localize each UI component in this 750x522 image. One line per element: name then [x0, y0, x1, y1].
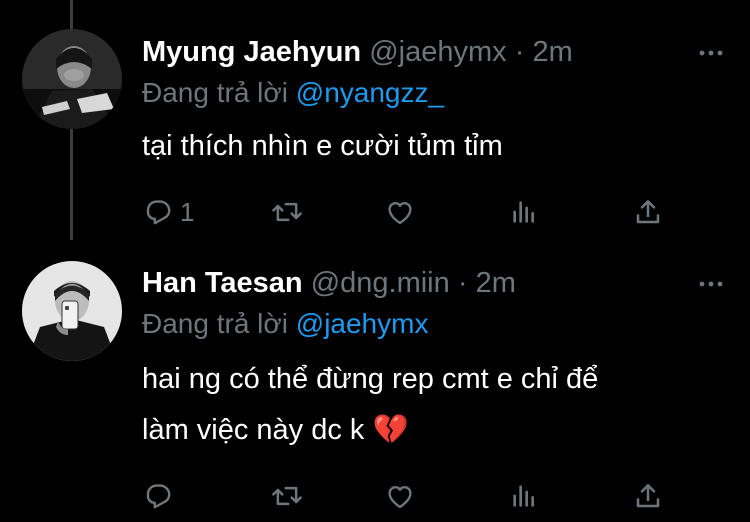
reply-button[interactable]: 1 — [142, 194, 194, 230]
tweet-header: Han Taesan @dng.miin · 2m — [142, 264, 730, 302]
tweet-actions: 1 — [142, 194, 682, 230]
separator-dot: · — [457, 267, 468, 299]
user-handle[interactable]: @jaehymx — [369, 36, 506, 68]
retweet-button[interactable] — [270, 478, 304, 514]
like-button[interactable] — [384, 194, 416, 230]
share-icon — [636, 484, 660, 508]
like-button[interactable] — [384, 478, 416, 514]
reply-count: 1 — [180, 196, 195, 227]
separator-dot: · — [514, 36, 525, 68]
more-options-icon[interactable] — [696, 264, 726, 302]
tweet[interactable]: Myung Jaehyun @jaehymx · 2m Đang trả lời… — [0, 0, 750, 248]
more-options-icon[interactable] — [696, 33, 726, 71]
like-icon — [388, 486, 412, 509]
reply-icon — [146, 484, 171, 509]
user-handle[interactable]: @dng.miin — [311, 267, 450, 299]
views-button[interactable] — [508, 194, 540, 230]
tweet-text-line: tại thích nhìn e cười tủm tỉm — [142, 130, 503, 162]
replying-to: Đang trả lời @jaehymx — [142, 306, 730, 342]
tweet-text: tại thích nhìn e cười tủm tỉm — [142, 121, 730, 172]
tweet[interactable]: Han Taesan @dng.miin · 2m Đang trả lời @… — [0, 248, 750, 522]
tweet-text: hai ng có thể đừng rep cmt e chỉ để làm … — [142, 354, 730, 456]
views-button[interactable] — [508, 478, 540, 514]
display-name[interactable]: Han Taesan — [142, 267, 303, 299]
share-button[interactable] — [632, 478, 664, 514]
display-name[interactable]: Myung Jaehyun — [142, 36, 361, 68]
views-icon — [513, 201, 534, 223]
retweet-icon — [272, 202, 302, 222]
share-button[interactable] — [632, 194, 664, 230]
tweet-actions — [142, 478, 682, 514]
retweet-icon — [272, 486, 302, 506]
like-icon — [388, 202, 412, 225]
reply-button[interactable] — [142, 478, 180, 514]
timestamp[interactable]: 2m — [476, 267, 516, 299]
reply-icon — [146, 200, 171, 225]
views-icon — [513, 485, 534, 507]
tweet-header: Myung Jaehyun @jaehymx · 2m — [142, 33, 730, 71]
tweet-text-line: hai ng có thể đừng rep cmt e chỉ để — [142, 363, 599, 395]
replying-to: Đang trả lời @nyangzz_ — [142, 75, 730, 111]
share-icon — [636, 200, 660, 224]
avatar-photo — [22, 29, 122, 129]
avatar[interactable] — [22, 29, 122, 129]
replying-to-label: Đang trả lời — [142, 308, 288, 339]
replying-to-mention[interactable]: @jaehymx — [296, 308, 429, 339]
replying-to-label: Đang trả lời — [142, 77, 288, 108]
avatar[interactable] — [22, 261, 122, 361]
retweet-button[interactable] — [270, 194, 304, 230]
tweet-text-line: làm việc này dc k 💔 — [142, 414, 409, 446]
timestamp[interactable]: 2m — [532, 36, 572, 68]
replying-to-mention[interactable]: @nyangzz_ — [296, 77, 444, 108]
avatar-photo — [22, 261, 122, 361]
